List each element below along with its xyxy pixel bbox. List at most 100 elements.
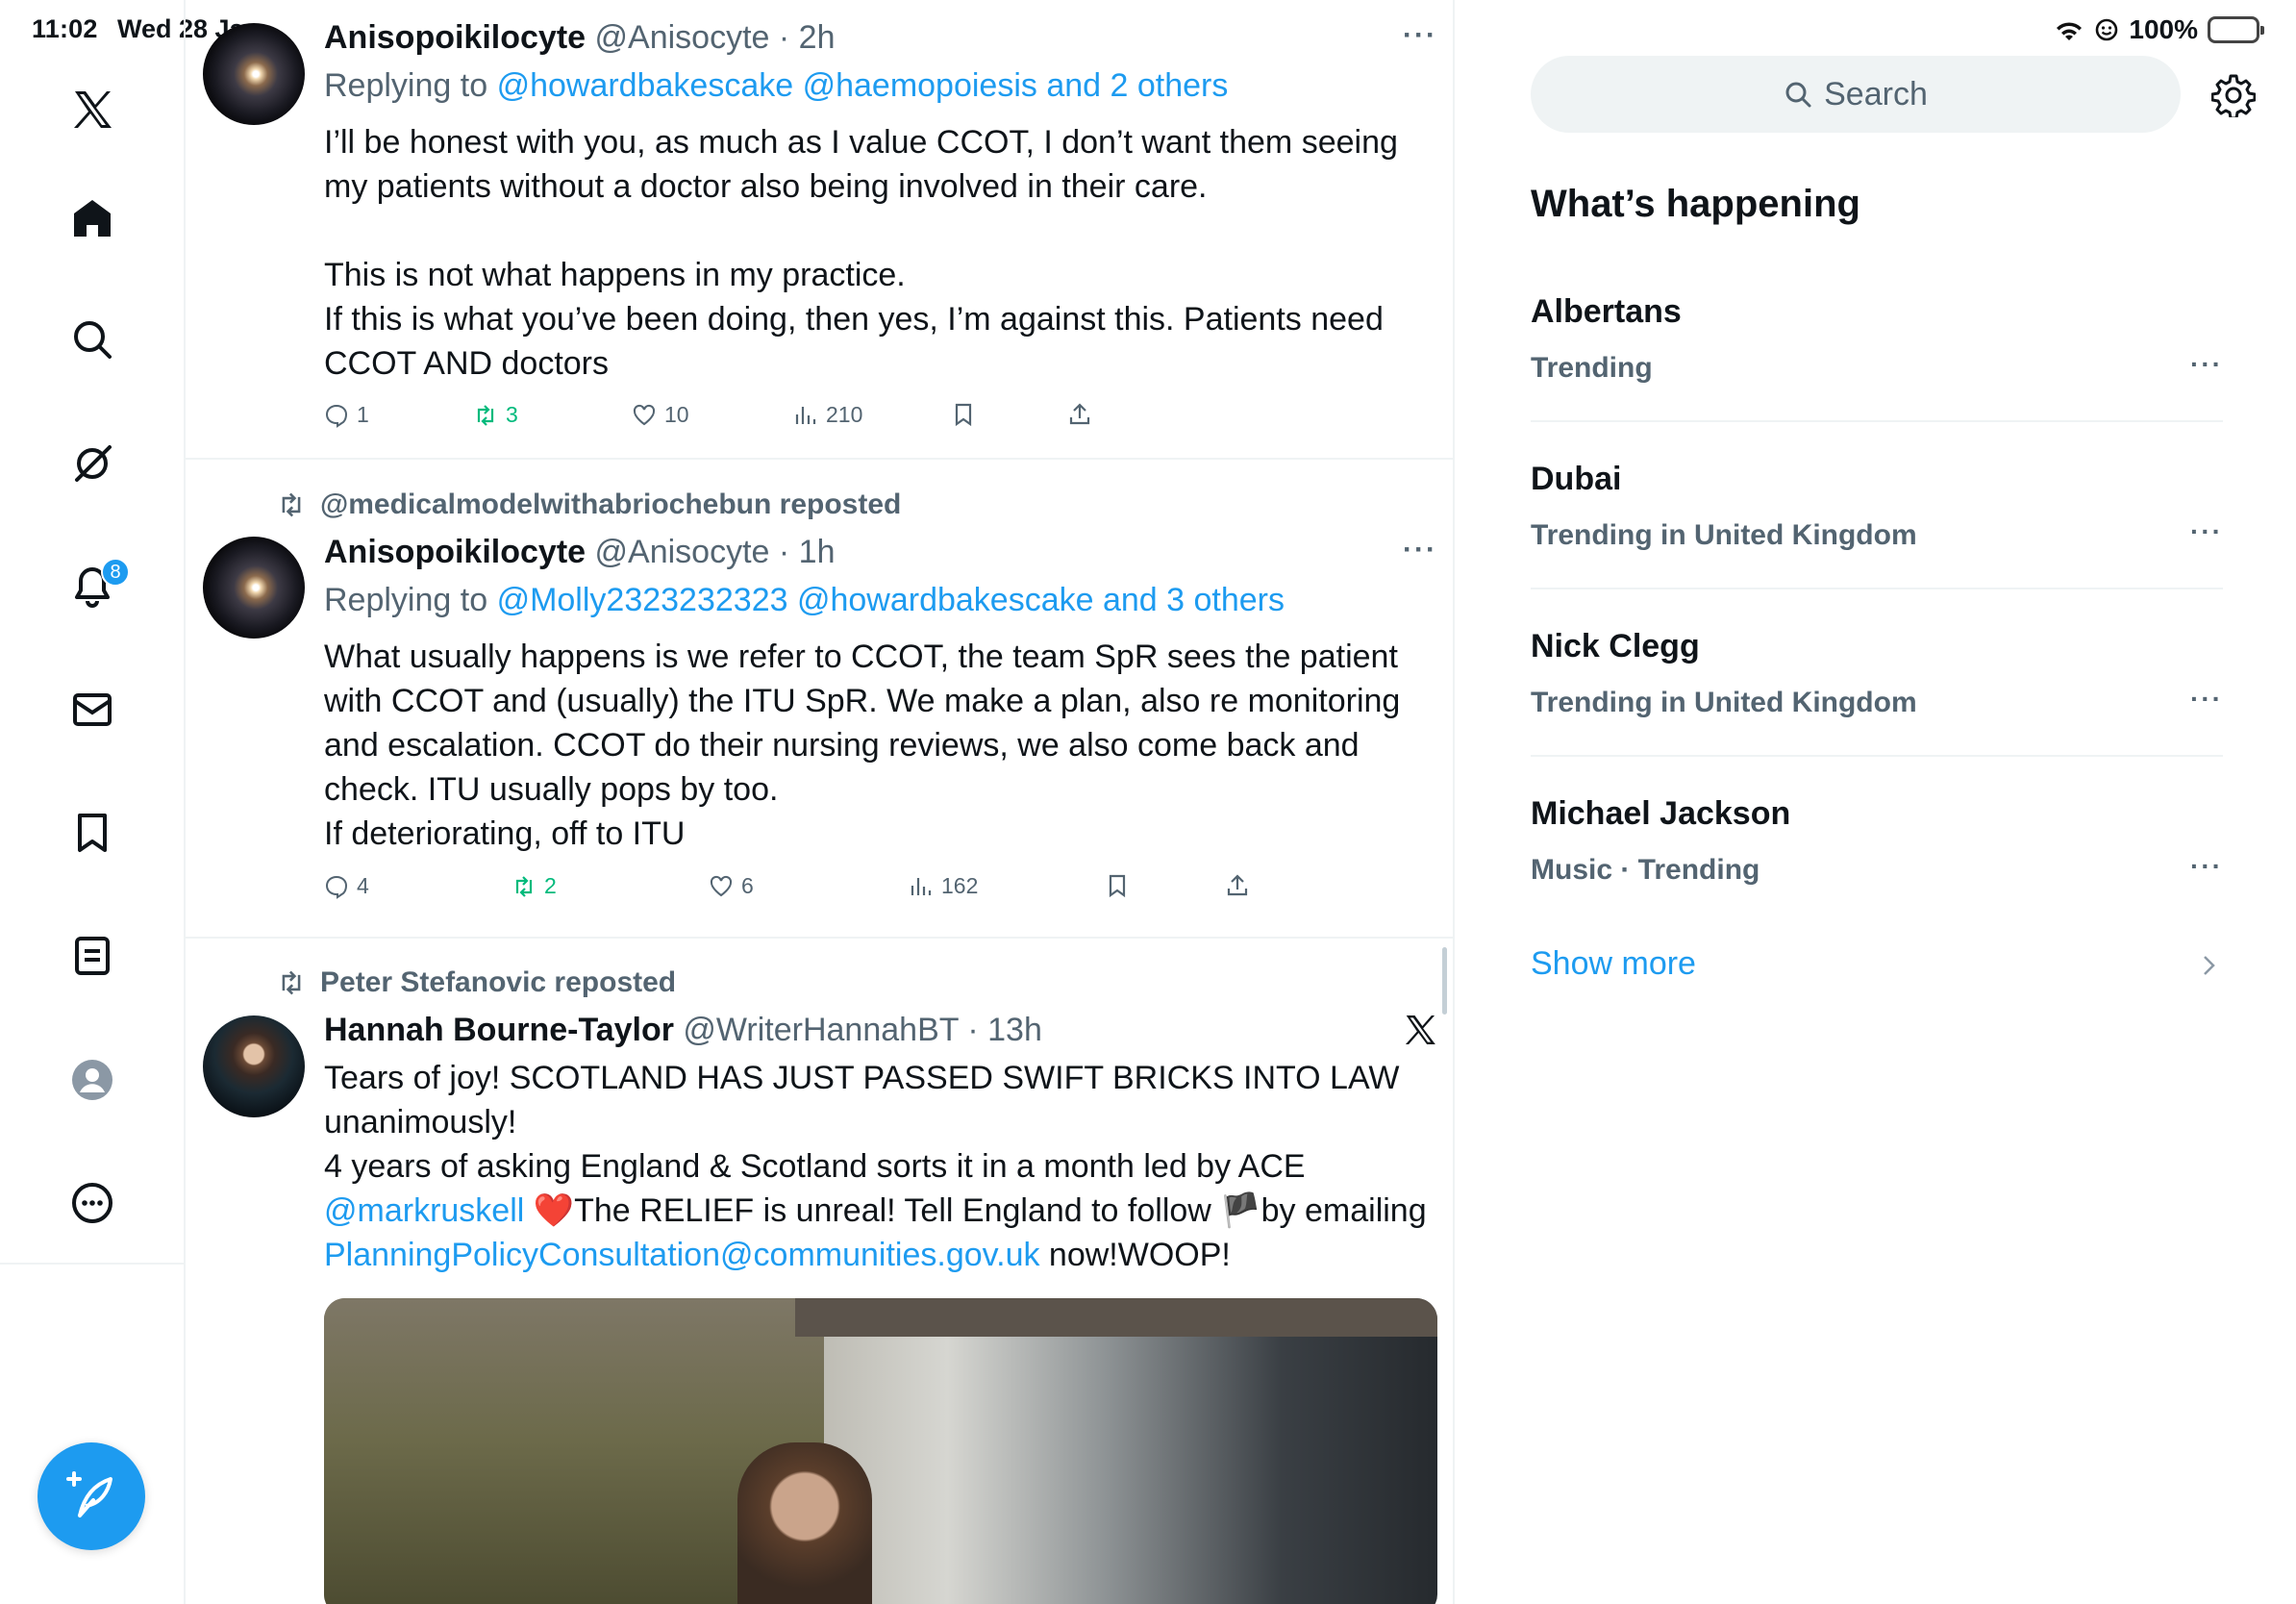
tweet-header: Anisopoikilocyte @Anisocyte · 2h xyxy=(324,19,835,57)
share-icon xyxy=(1227,874,1248,896)
trend-item[interactable]: Nick Clegg Trending in United Kingdom ··… xyxy=(1531,628,2223,719)
reply-count: 4 xyxy=(357,873,369,898)
search-icon xyxy=(1785,82,1811,108)
trend-divider xyxy=(1531,588,2223,589)
avatar[interactable] xyxy=(203,1015,305,1117)
tweet-text-part: Tears of joy! SCOTLAND HAS JUST PASSED S… xyxy=(324,1060,1400,1185)
trend-meta: Trending xyxy=(1531,352,1653,384)
home-icon[interactable] xyxy=(63,189,121,247)
views-icon xyxy=(795,406,816,424)
focus-icon xyxy=(2096,18,2118,41)
avatar[interactable] xyxy=(203,23,305,125)
views-icon xyxy=(911,877,932,895)
show-more-link[interactable]: Show more xyxy=(1531,945,1696,983)
like-count: 10 xyxy=(664,402,689,427)
more-icon[interactable] xyxy=(63,1174,121,1232)
tweet-text-part: The RELIEF is unreal! Tell England to fo… xyxy=(574,1192,1221,1229)
bookmark-button[interactable] xyxy=(951,402,976,427)
heart-emoji: ❤️ xyxy=(533,1192,575,1229)
scrollbar[interactable] xyxy=(1442,947,1447,1015)
repost-icon xyxy=(282,970,301,995)
tweet-more-button[interactable]: ··· xyxy=(1403,534,1437,566)
trend-name: Albertans xyxy=(1531,293,1682,330)
tweet-actions: 4 2 6 162 xyxy=(324,873,1285,904)
reply-count: 1 xyxy=(357,402,369,427)
search-icon[interactable] xyxy=(63,311,121,368)
search-input[interactable]: Search xyxy=(1531,56,2181,133)
status-indicators: 100% xyxy=(2054,13,2264,46)
trend-name: Nick Clegg xyxy=(1531,628,1700,664)
bookmark-icon xyxy=(1109,874,1126,898)
reply-context: Replying to @Molly2323232323 @howardbake… xyxy=(324,582,1285,619)
battery-percent: 100% xyxy=(2129,14,2198,44)
lists-icon[interactable] xyxy=(63,927,121,985)
tweet-text: What usually happens is we refer to CCOT… xyxy=(324,639,1401,852)
repost-count: 3 xyxy=(506,402,518,427)
view-count: 210 xyxy=(826,402,863,427)
repost-icon xyxy=(477,404,494,426)
trend-meta: Trending in United Kingdom xyxy=(1531,687,1917,718)
email-link[interactable]: PlanningPolicyConsultation@communities.g… xyxy=(324,1237,1039,1273)
tweet-video[interactable] xyxy=(324,1298,1437,1604)
bookmarks-icon[interactable] xyxy=(63,804,121,862)
messages-icon[interactable] xyxy=(63,681,121,739)
trend-item[interactable]: Albertans Trending ··· xyxy=(1531,293,2223,385)
trend-meta: Trending in United Kingdom xyxy=(1531,519,1917,551)
section-heading: What’s happening xyxy=(1531,183,1860,225)
tweet-more-button[interactable]: ··· xyxy=(1403,19,1437,52)
share-button[interactable] xyxy=(1067,402,1092,427)
trend-meta: Music · Trending xyxy=(1531,854,1760,886)
scotland-flag-emoji: 🏴 xyxy=(1220,1192,1261,1229)
repost-by[interactable]: Peter Stefanovic reposted xyxy=(320,966,676,999)
tweet-text: Tears of joy! SCOTLAND HAS JUST PASSED S… xyxy=(324,1056,1449,1277)
tweet-text-part: now!WOOP! xyxy=(1039,1237,1231,1273)
profile-icon[interactable] xyxy=(63,1051,121,1109)
reply-button[interactable]: 4 xyxy=(324,873,369,899)
mention-link[interactable]: @markruskell xyxy=(324,1192,524,1229)
avatar[interactable] xyxy=(203,537,305,639)
like-button[interactable]: 10 xyxy=(632,402,689,428)
reply-targets[interactable]: @howardbakescake @haemopoiesis and 2 oth… xyxy=(497,67,1229,104)
repost-icon xyxy=(282,492,301,517)
author-name[interactable]: Anisopoikilocyte xyxy=(324,19,586,56)
view-count: 162 xyxy=(941,873,979,898)
heart-icon xyxy=(633,404,656,425)
grok-icon[interactable] xyxy=(63,434,121,491)
author-handle[interactable]: @Anisocyte xyxy=(595,534,770,570)
author-name[interactable]: Hannah Bourne-Taylor xyxy=(324,1012,674,1048)
views-button[interactable]: 162 xyxy=(909,873,978,899)
repost-by[interactable]: @medicalmodelwithabriochebun reposted xyxy=(320,489,901,521)
trend-item[interactable]: Michael Jackson Music · Trending ··· xyxy=(1531,795,2223,887)
repost-button[interactable]: 2 xyxy=(512,873,557,899)
like-button[interactable]: 6 xyxy=(709,873,754,899)
trend-more-button[interactable]: ··· xyxy=(2190,684,2223,714)
reply-icon xyxy=(325,404,348,428)
views-button[interactable]: 210 xyxy=(793,402,862,428)
nav-divider xyxy=(0,1263,186,1265)
x-logo-icon[interactable] xyxy=(1402,1012,1438,1048)
reply-prefix: Replying to xyxy=(324,67,488,104)
compose-icon xyxy=(66,1471,112,1517)
x-logo-icon[interactable] xyxy=(63,81,121,138)
tweet-text: I’ll be honest with you, as much as I va… xyxy=(324,124,1398,382)
like-count: 6 xyxy=(741,873,754,898)
bookmark-button[interactable] xyxy=(1105,873,1130,898)
reply-button[interactable]: 1 xyxy=(324,402,369,428)
tweet-header: Anisopoikilocyte @Anisocyte · 1h xyxy=(324,534,835,571)
repost-context: Peter Stefanovic reposted xyxy=(276,966,676,999)
author-name[interactable]: Anisopoikilocyte xyxy=(324,534,586,570)
reply-targets[interactable]: @Molly2323232323 @howardbakescake and 3 … xyxy=(497,582,1285,618)
repost-button[interactable]: 3 xyxy=(473,402,518,428)
compose-button[interactable] xyxy=(37,1442,145,1550)
trend-more-button[interactable]: ··· xyxy=(2190,516,2223,547)
author-handle[interactable]: @WriterHannahBT xyxy=(683,1012,958,1048)
trend-item[interactable]: Dubai Trending in United Kingdom ··· xyxy=(1531,461,2223,552)
repost-count: 2 xyxy=(544,873,557,898)
trend-more-button[interactable]: ··· xyxy=(2190,349,2223,380)
settings-gear-icon[interactable] xyxy=(2210,73,2257,120)
trend-more-button[interactable]: ··· xyxy=(2190,851,2223,882)
tweet-text-part: by emailing xyxy=(1260,1192,1427,1229)
tweet-time: · 2h xyxy=(778,19,836,56)
author-handle[interactable]: @Anisocyte xyxy=(595,19,770,56)
share-button[interactable] xyxy=(1225,873,1250,898)
